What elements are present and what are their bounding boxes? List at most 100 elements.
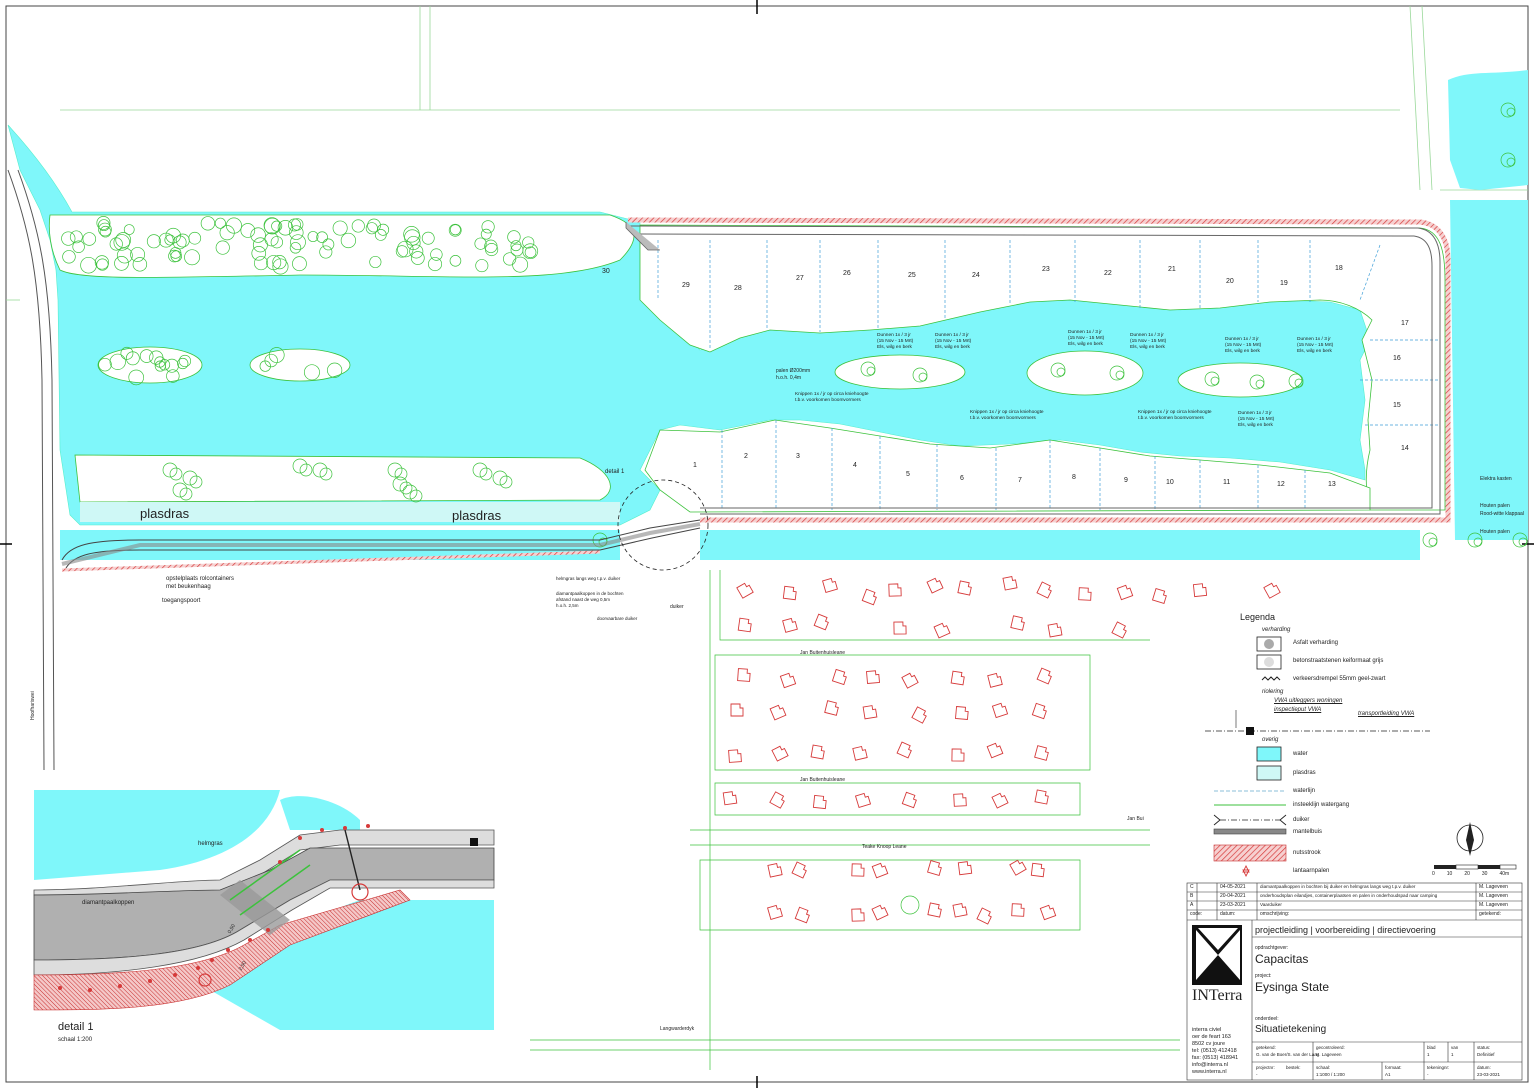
tb-label: getekend: — [1256, 1045, 1276, 1050]
tb-label: gecontroleerd: — [1316, 1045, 1345, 1050]
diamond-post — [298, 836, 302, 840]
tb-label: projectnr: — [1256, 1065, 1275, 1070]
street-label: Langwarderdyk — [660, 1026, 695, 1032]
legend-item: duiker — [1293, 817, 1310, 823]
doorvaarbare-note: doorvaarbare duiker — [597, 616, 638, 621]
legend-item: Asfalt verharding — [1293, 640, 1339, 646]
interra-logo — [1192, 925, 1242, 985]
company-line: fax: (0513) 418941 — [1192, 1055, 1239, 1061]
water-strip-east — [700, 530, 1420, 560]
detail-title: detail 1 — [58, 1021, 94, 1033]
project-label: project: — [1255, 973, 1272, 979]
toegangspoort-note: toegangspoort — [162, 598, 201, 604]
legend-title: Legenda — [1240, 612, 1276, 622]
detail-1-drawing — [33, 790, 495, 1030]
scale-tick: 10 — [1446, 871, 1453, 877]
tb-value: A1 — [1385, 1072, 1391, 1077]
tb-formaat: formaat: A1 — [1385, 1064, 1402, 1078]
tb-blad: blad 1 — [1427, 1044, 1436, 1058]
onderdeel: Situatietekening — [1255, 1024, 1327, 1035]
legend-item: nutsstrook — [1293, 850, 1321, 856]
tb-label: datum: — [1477, 1065, 1491, 1070]
legend-item: waterlijn — [1293, 788, 1316, 794]
legend-item: water — [1293, 751, 1308, 757]
legend-item: plasdras — [1293, 770, 1316, 776]
legend-item: betonstraatstenen keiformaat grijs — [1293, 658, 1384, 664]
diamond-post — [196, 966, 200, 970]
company-line: tel: (0513) 412418 — [1192, 1048, 1237, 1054]
note-line: opstelplaats rolcontainers — [166, 576, 235, 582]
company-line: oer de feart 163 — [1192, 1034, 1231, 1040]
tb-label: bestek: — [1286, 1065, 1301, 1070]
helmgras-note: helmgras langs weg t.p.v. duiker — [556, 576, 621, 581]
legend-section: verharding — [1262, 627, 1291, 633]
plasdras-label-1: plasdras — [140, 506, 190, 521]
tb-label: blad — [1427, 1045, 1436, 1050]
tb-label: schaal: — [1316, 1065, 1331, 1070]
diamond-post — [366, 824, 370, 828]
diamond-post — [320, 828, 324, 832]
tb-label: van — [1451, 1045, 1459, 1050]
rolcontainers-note: opstelplaats rolcontainers met beukenhaa… — [166, 575, 234, 591]
legend-item: insteeklijn watergang — [1293, 802, 1350, 808]
company-address: interra civiel oer de feart 163 8502 cv … — [1192, 1027, 1238, 1076]
tb-label: formaat: — [1385, 1065, 1402, 1070]
legend-item: verkeersdrempel 55mm geel-zwart — [1293, 676, 1386, 682]
company-line: info@interra.nl — [1192, 1062, 1228, 1068]
street-label: Hoofhariswei — [30, 691, 36, 720]
company-line: interra civiel — [1192, 1027, 1222, 1033]
legend-item: VWA uitleggers woningen — [1274, 698, 1343, 704]
diamond-post — [210, 958, 214, 962]
island-south-plasdras — [74, 454, 611, 503]
palen-note-line: h.o.h. 0,4m — [776, 375, 802, 381]
diamond-post — [343, 826, 347, 830]
elektra-note: Elektra kasten — [1480, 476, 1512, 482]
tb-getekend: getekend: G. van de Boer/S. van der Laag — [1256, 1044, 1319, 1058]
plasdras-label-2: plasdras — [452, 508, 502, 523]
opdrachtgever-label: opdrachtgever: — [1255, 945, 1289, 951]
diamond-post — [266, 928, 270, 932]
tb-label: tekeningnr: — [1427, 1065, 1450, 1070]
scale-tick: 30 — [1481, 871, 1488, 877]
tb-value: 1:1000 / 1:200 — [1316, 1072, 1345, 1077]
legend-item: lantaarnpalen — [1293, 868, 1330, 874]
tb-tekeningnr: tekeningnr: - — [1427, 1064, 1449, 1078]
tb-value: H. Lageveen — [1316, 1052, 1342, 1057]
legend-item: inspectieput VWA — [1274, 707, 1322, 713]
diamond-post — [226, 948, 230, 952]
scale-tick: 0 — [1432, 871, 1435, 877]
scale-ticks: 0 10 20 30 40m — [1432, 871, 1509, 877]
tb-value: - — [1427, 1072, 1429, 1077]
detail-helmgras-label: helmgras — [198, 841, 223, 847]
tb-bestek: bestek: — [1286, 1064, 1301, 1071]
diamond-post — [173, 973, 177, 977]
houten-palen-note-2: Houten palen — [1480, 529, 1510, 535]
water-ne — [1448, 70, 1528, 190]
company-line: 8502 cv joure — [1192, 1041, 1226, 1047]
note-line: h.o.h. 2,5m — [556, 603, 579, 608]
legend-item: transportleiding VWA — [1358, 711, 1415, 717]
detail-scale: schaal 1:200 — [58, 1037, 93, 1043]
street-label: Jan Buitenhuisleane — [800, 777, 846, 783]
roodwit-note: Rood-witte klappaal — [1480, 511, 1524, 517]
tb-schaal: schaal: 1:1000 / 1:200 — [1316, 1064, 1345, 1078]
tb-value: 1 — [1451, 1052, 1454, 1057]
legend-section: overig — [1262, 737, 1279, 743]
street-label: Jan Buitenhuisleane — [800, 650, 846, 656]
diamond-post — [118, 984, 122, 988]
detail-diamant-label: diamantpaalkoppen — [82, 900, 135, 906]
diamond-post — [278, 860, 282, 864]
street-label: Jan Bui — [1127, 816, 1144, 822]
tb-label: status: — [1477, 1045, 1491, 1050]
duiker-note: duiker — [670, 604, 684, 610]
island-north — [48, 214, 635, 278]
detail-reference: detail 1 — [605, 469, 625, 475]
tb-gecontroleerd: gecontroleerd: H. Lageveen — [1316, 1044, 1345, 1058]
onderdeel-label: onderdeel: — [1255, 1016, 1279, 1022]
project-name: Eysinga State — [1255, 980, 1330, 994]
logo-text: INTerra — [1192, 987, 1243, 1004]
opdrachtgever: Capacitas — [1255, 952, 1309, 966]
tb-value: 23-03-2021 — [1477, 1072, 1501, 1077]
palen-note-line: palen Ø200mm — [776, 368, 811, 374]
tb-projectnr: projectnr: - — [1256, 1064, 1275, 1078]
